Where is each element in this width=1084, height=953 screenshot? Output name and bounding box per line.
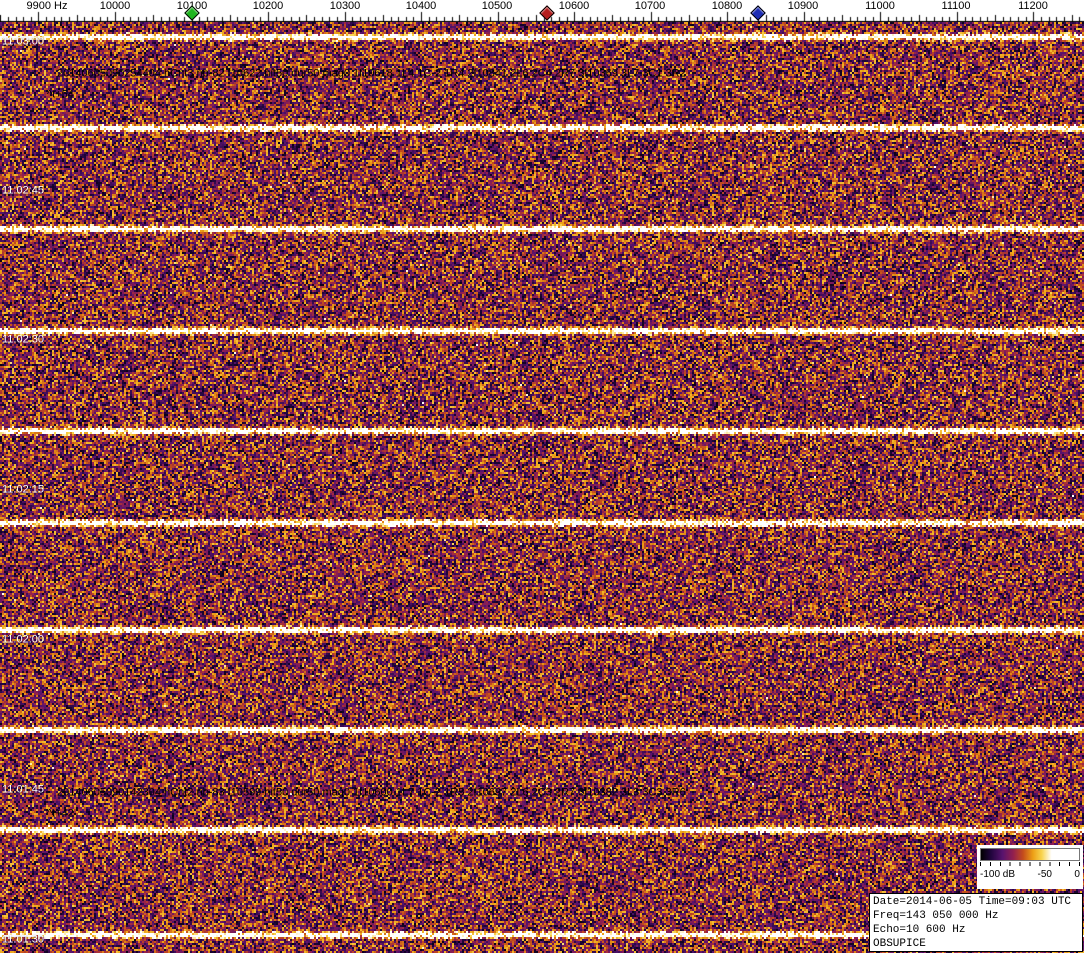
time-label: 11:02:30 [2, 335, 44, 346]
detection-annotation: 20140605090142304 hCnt2 nb-83 f10599 hit… [57, 788, 686, 799]
time-label: 11:02:45 [2, 186, 44, 197]
colorbar: -100 dB -50 0 [977, 845, 1083, 889]
freq-tick-label: 10200 [253, 1, 284, 12]
colorbar-labels: -100 dB -50 0 [980, 869, 1080, 880]
info-line-freq: Freq=143 050 000 Hz [873, 909, 1079, 923]
detection-annotation: ^t+54 [47, 90, 74, 101]
freq-tick-label: 10700 [635, 1, 666, 12]
time-label: 11:01:45 [2, 785, 44, 796]
colorbar-min-label: -100 dB [980, 869, 1015, 880]
freq-tick-label: 11200 [1018, 1, 1048, 12]
freq-tick-label: 11100 [942, 1, 971, 12]
detection-annotation: ^t+42 [47, 809, 74, 820]
freq-tick-label: 9900 Hz [27, 1, 68, 12]
detection-annotation: 20140605090254404 hCnt3 nb-82 f10622 hit… [57, 69, 686, 80]
freq-tick-label: 10800 [712, 1, 743, 12]
colorbar-gradient [980, 848, 1080, 861]
info-box: Date=2014-06-05 Time=09:03 UTC Freq=143 … [869, 893, 1083, 952]
waterfall-display: 11:03:00 11:02:45 11:02:30 11:02:15 11:02:00… [0, 22, 1084, 953]
info-line-date: Date=2014-06-05 Time=09:03 UTC [873, 895, 1079, 909]
freq-tick-label: 10000 [100, 1, 131, 12]
freq-tick-label: 10400 [406, 1, 437, 12]
frequency-ruler: 9900 Hz100001010010200103001040010500106… [0, 0, 1084, 22]
spectrogram-app: 9900 Hz100001010010200103001040010500106… [0, 0, 1084, 953]
time-label: 11:03:00 [2, 37, 44, 48]
colorbar-mid-label: -50 [1038, 869, 1052, 880]
colorbar-max-label: 0 [1074, 869, 1080, 880]
info-line-station: OBSUPICE [873, 937, 1079, 951]
time-label: 11:02:00 [2, 635, 44, 646]
colorbar-ticks [980, 862, 1080, 866]
waterfall-canvas [0, 22, 1084, 953]
freq-tick-label: 10300 [330, 1, 361, 12]
freq-tick-label: 10900 [788, 1, 819, 12]
info-line-echo: Echo=10 600 Hz [873, 923, 1079, 937]
time-label: 11:02:15 [2, 485, 44, 496]
freq-tick-label: 11000 [865, 1, 895, 12]
freq-tick-label: 10500 [482, 1, 513, 12]
freq-tick-label: 10600 [559, 1, 590, 12]
time-label: 11:01:30 [2, 935, 44, 946]
